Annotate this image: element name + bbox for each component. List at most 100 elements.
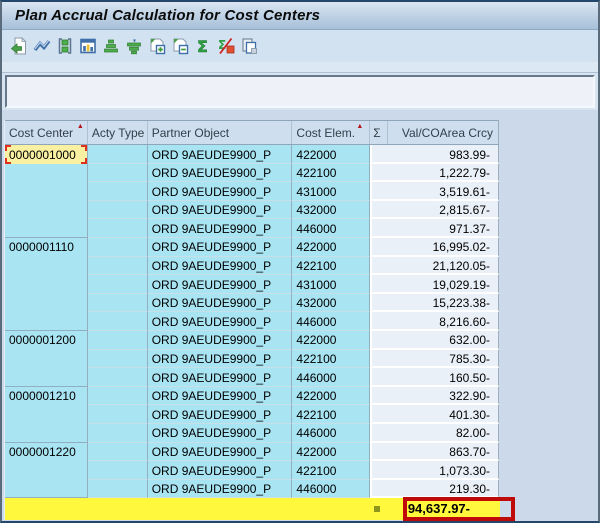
cell-cost-center[interactable] bbox=[5, 312, 88, 331]
cell-cost-center[interactable] bbox=[5, 461, 88, 480]
cell-cost-elem[interactable]: 422100 bbox=[292, 461, 370, 480]
cell-acty-type[interactable] bbox=[88, 182, 148, 201]
cell-acty-type[interactable] bbox=[88, 443, 148, 462]
cell-partner-object[interactable]: ORD 9AEUDE9900_P bbox=[148, 164, 293, 183]
cell-partner-object[interactable]: ORD 9AEUDE9900_P bbox=[148, 443, 293, 462]
switch-layout-button[interactable] bbox=[238, 35, 259, 57]
cell-value[interactable]: 971.37- bbox=[370, 219, 499, 238]
cell-partner-object[interactable]: ORD 9AEUDE9900_P bbox=[148, 257, 293, 276]
cell-acty-type[interactable] bbox=[88, 219, 148, 238]
total-value[interactable]: 94,637.97- bbox=[369, 501, 500, 516]
cell-partner-object[interactable]: ORD 9AEUDE9900_P bbox=[148, 405, 293, 424]
cell-acty-type[interactable] bbox=[88, 368, 148, 387]
cell-partner-object[interactable]: ORD 9AEUDE9900_P bbox=[148, 461, 293, 480]
grid-total-row[interactable]: 94,637.97- bbox=[5, 498, 500, 520]
cell-value[interactable]: 322.90- bbox=[370, 387, 499, 406]
cell-cost-center[interactable] bbox=[5, 368, 88, 387]
cell-cost-elem[interactable]: 422000 bbox=[292, 145, 370, 164]
cell-cost-elem[interactable]: 446000 bbox=[292, 368, 370, 387]
cell-value[interactable]: 15,223.38- bbox=[370, 294, 499, 313]
cell-acty-type[interactable] bbox=[88, 257, 148, 276]
cell-value[interactable]: 8,216.60- bbox=[370, 312, 499, 331]
cell-acty-type[interactable] bbox=[88, 350, 148, 369]
cell-value[interactable]: 401.30- bbox=[370, 405, 499, 424]
cell-acty-type[interactable] bbox=[88, 387, 148, 406]
cell-value[interactable]: 82.00- bbox=[370, 424, 499, 443]
cell-value[interactable]: 632.00- bbox=[370, 331, 499, 350]
cell-partner-object[interactable]: ORD 9AEUDE9900_P bbox=[148, 368, 293, 387]
cell-cost-elem[interactable]: 422100 bbox=[292, 164, 370, 183]
column-header-acty-type[interactable]: Acty Type bbox=[88, 121, 148, 144]
cell-cost-center[interactable]: 0000001000 bbox=[5, 145, 88, 164]
cell-cost-elem[interactable]: 432000 bbox=[292, 294, 370, 313]
expand-detail-button[interactable] bbox=[146, 35, 167, 57]
cell-acty-type[interactable] bbox=[88, 461, 148, 480]
cell-cost-elem[interactable]: 422000 bbox=[292, 443, 370, 462]
cell-value[interactable]: 160.50- bbox=[370, 368, 499, 387]
cell-value[interactable]: 21,120.05- bbox=[370, 257, 499, 276]
cell-value[interactable]: 983.99- bbox=[370, 145, 499, 164]
cell-partner-object[interactable]: ORD 9AEUDE9900_P bbox=[148, 331, 293, 350]
cell-cost-elem[interactable]: 431000 bbox=[292, 275, 370, 294]
cell-cost-elem[interactable]: 422100 bbox=[292, 405, 370, 424]
cell-value[interactable]: 19,029.19- bbox=[370, 275, 499, 294]
cell-cost-elem[interactable]: 422000 bbox=[292, 238, 370, 257]
column-header-cost-center[interactable]: Cost Center ▲ bbox=[5, 121, 88, 144]
cell-value[interactable]: 1,222.79- bbox=[370, 164, 499, 183]
cell-cost-center[interactable] bbox=[5, 182, 88, 201]
cell-cost-center[interactable] bbox=[5, 219, 88, 238]
subtotal-button[interactable]: Σ bbox=[215, 35, 236, 57]
cell-partner-object[interactable]: ORD 9AEUDE9900_P bbox=[148, 275, 293, 294]
total-button[interactable]: Σ bbox=[192, 35, 213, 57]
cell-cost-elem[interactable]: 446000 bbox=[292, 219, 370, 238]
cell-value[interactable]: 1,073.30- bbox=[370, 461, 499, 480]
cell-partner-object[interactable]: ORD 9AEUDE9900_P bbox=[148, 387, 293, 406]
cell-acty-type[interactable] bbox=[88, 275, 148, 294]
cell-cost-elem[interactable]: 422000 bbox=[292, 387, 370, 406]
cell-value[interactable]: 16,995.02- bbox=[370, 238, 499, 257]
collapse-detail-button[interactable] bbox=[169, 35, 190, 57]
cell-value[interactable]: 863.70- bbox=[370, 443, 499, 462]
cell-acty-type[interactable] bbox=[88, 480, 148, 499]
column-header-value[interactable]: Val/COArea Crcy bbox=[388, 121, 499, 144]
cell-acty-type[interactable] bbox=[88, 312, 148, 331]
cell-partner-object[interactable]: ORD 9AEUDE9900_P bbox=[148, 312, 293, 331]
cell-partner-object[interactable]: ORD 9AEUDE9900_P bbox=[148, 182, 293, 201]
cell-cost-center[interactable] bbox=[5, 164, 88, 183]
cell-value[interactable]: 219.30- bbox=[370, 480, 499, 499]
cell-cost-elem[interactable]: 446000 bbox=[292, 424, 370, 443]
cell-cost-center[interactable]: 0000001110 bbox=[5, 238, 88, 257]
cell-acty-type[interactable] bbox=[88, 405, 148, 424]
cell-cost-elem[interactable]: 446000 bbox=[292, 312, 370, 331]
column-header-cost-elem[interactable]: Cost Elem. ▲ bbox=[292, 121, 370, 144]
cell-cost-center[interactable] bbox=[5, 275, 88, 294]
cell-acty-type[interactable] bbox=[88, 201, 148, 220]
save-to-file-button[interactable] bbox=[54, 35, 75, 57]
cell-acty-type[interactable] bbox=[88, 164, 148, 183]
cell-partner-object[interactable]: ORD 9AEUDE9900_P bbox=[148, 480, 293, 499]
cell-acty-type[interactable] bbox=[88, 294, 148, 313]
column-header-partner-object[interactable]: Partner Object bbox=[148, 121, 293, 144]
cell-partner-object[interactable]: ORD 9AEUDE9900_P bbox=[148, 424, 293, 443]
cell-cost-elem[interactable]: 422100 bbox=[292, 350, 370, 369]
cell-cost-center[interactable] bbox=[5, 424, 88, 443]
cell-cost-center[interactable]: 0000001200 bbox=[5, 331, 88, 350]
cell-cost-elem[interactable]: 432000 bbox=[292, 201, 370, 220]
cell-partner-object[interactable]: ORD 9AEUDE9900_P bbox=[148, 145, 293, 164]
cell-cost-center[interactable] bbox=[5, 294, 88, 313]
cell-cost-elem[interactable]: 431000 bbox=[292, 182, 370, 201]
cell-cost-center[interactable] bbox=[5, 480, 88, 499]
cell-cost-center[interactable]: 0000001210 bbox=[5, 387, 88, 406]
cell-cost-center[interactable] bbox=[5, 257, 88, 276]
cell-cost-elem[interactable]: 422000 bbox=[292, 331, 370, 350]
cell-cost-elem[interactable]: 422100 bbox=[292, 257, 370, 276]
chart-view-button[interactable] bbox=[77, 35, 98, 57]
cell-acty-type[interactable] bbox=[88, 145, 148, 164]
cell-cost-center[interactable] bbox=[5, 201, 88, 220]
column-header-sigma[interactable]: Σ bbox=[370, 121, 388, 144]
graphic-button[interactable] bbox=[31, 35, 52, 57]
cell-partner-object[interactable]: ORD 9AEUDE9900_P bbox=[148, 238, 293, 257]
cell-cost-center[interactable] bbox=[5, 405, 88, 424]
sort-ascending-button[interactable] bbox=[100, 35, 121, 57]
cell-partner-object[interactable]: ORD 9AEUDE9900_P bbox=[148, 219, 293, 238]
